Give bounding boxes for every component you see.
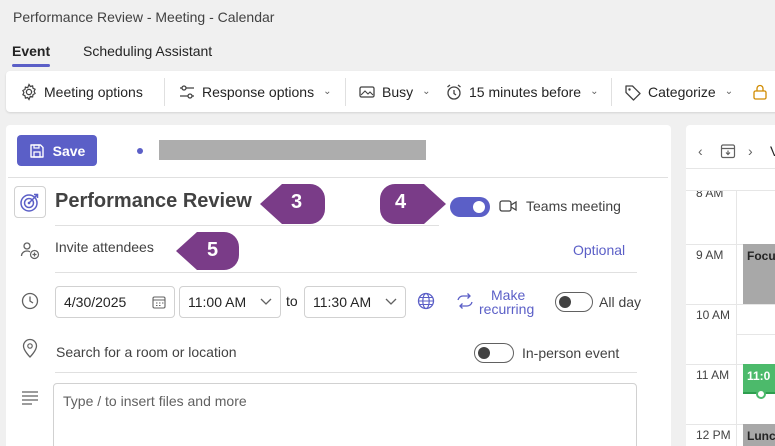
end-time-value: 11:30 AM	[313, 294, 372, 310]
hour-line	[686, 190, 775, 191]
clock-icon	[21, 292, 39, 310]
chevron-down-icon	[385, 298, 397, 305]
location-input[interactable]: Search for a room or location	[56, 344, 237, 360]
text-lines-icon	[22, 391, 38, 405]
today-calendar-icon[interactable]	[720, 143, 736, 159]
teams-meeting-label: Teams meeting	[526, 198, 621, 214]
time-12pm: 12 PM	[696, 428, 731, 442]
callout-number-4: 4	[395, 191, 407, 213]
tab-event[interactable]: Event	[12, 43, 50, 59]
active-tab-indicator	[12, 64, 50, 67]
add-person-icon	[20, 242, 40, 260]
reminder-label: 15 minutes before	[469, 83, 582, 100]
calendar-event-focus[interactable]: Focu	[743, 244, 775, 304]
time-11am: 11 AM	[696, 368, 730, 382]
window-title: Performance Review - Meeting - Calendar	[13, 9, 275, 25]
busy-status-icon	[359, 85, 375, 98]
toggle-knob	[559, 296, 571, 308]
title-bar: Performance Review - Meeting - Calendar	[0, 0, 775, 36]
in-person-toggle[interactable]	[474, 343, 514, 363]
calendar-color-dot[interactable]	[137, 148, 143, 154]
callout-number-5: 5	[207, 239, 219, 261]
invite-attendees-input[interactable]: Invite attendees	[55, 239, 154, 255]
next-day-button[interactable]: ›	[748, 143, 753, 159]
resize-handle[interactable]	[756, 389, 766, 399]
view-selector-partial[interactable]: V	[770, 143, 775, 159]
meeting-options-label: Meeting options	[44, 83, 143, 100]
half-hour-line	[736, 334, 775, 335]
make-recurring-link-line2[interactable]: recurring	[479, 301, 534, 317]
optional-attendees-link[interactable]: Optional	[573, 242, 625, 258]
tab-scheduling-assistant[interactable]: Scheduling Assistant	[83, 43, 212, 59]
chevron-down-icon: ⌄	[323, 86, 332, 97]
response-options-label: Response options	[202, 83, 315, 100]
date-value: 4/30/2025	[64, 294, 127, 310]
in-person-label: In-person event	[522, 345, 620, 361]
to-label: to	[286, 293, 298, 309]
meeting-options-button[interactable]: Meeting options	[20, 71, 143, 112]
calendar-header-divider	[686, 168, 775, 169]
chevron-down-icon: ⌄	[422, 86, 431, 97]
event-type-button[interactable]	[14, 186, 46, 218]
categorize-dropdown[interactable]: Categorize ⌄	[624, 71, 733, 112]
ribbon-divider	[164, 78, 165, 106]
ribbon-divider	[345, 78, 346, 106]
busy-status-dropdown[interactable]: Busy ⌄	[358, 71, 431, 112]
alarm-clock-icon	[447, 83, 461, 100]
gear-icon	[22, 82, 36, 101]
tag-icon	[625, 84, 641, 101]
calendar-event-lunch[interactable]: Lunc	[743, 424, 775, 446]
toggle-knob	[473, 201, 485, 213]
chevron-down-icon	[260, 298, 272, 305]
start-time-value: 11:00 AM	[188, 294, 247, 310]
redacted-calendar-name	[159, 140, 426, 160]
reminder-dropdown[interactable]: 15 minutes before ⌄	[445, 71, 598, 112]
body-placeholder: Type / to insert files and more	[63, 393, 247, 409]
chevron-down-icon: ⌄	[590, 86, 599, 97]
location-pin-icon	[22, 338, 38, 358]
teams-meeting-toggle[interactable]	[450, 197, 490, 217]
busy-label: Busy	[382, 83, 414, 100]
hour-line	[686, 304, 775, 305]
meeting-title-input[interactable]: Performance Review	[55, 190, 252, 213]
video-camera-icon	[499, 200, 517, 212]
chevron-down-icon: ⌄	[724, 86, 734, 97]
body-editor[interactable]: Type / to insert files and more	[53, 383, 637, 446]
calendar-time-column-divider	[736, 190, 737, 446]
save-icon	[29, 143, 44, 158]
all-day-toggle[interactable]	[555, 292, 593, 312]
time-9am: 9 AM	[696, 248, 724, 262]
toggle-knob	[478, 347, 490, 359]
response-options-button[interactable]: Response options ⌄	[178, 71, 331, 112]
callout-arrow-4	[380, 184, 446, 224]
ribbon-toolbar: Meeting options Response options ⌄ Busy …	[6, 71, 775, 112]
time-10am: 10 AM	[696, 308, 731, 322]
divider	[8, 177, 668, 178]
all-day-label: All day	[599, 294, 642, 310]
repeat-icon[interactable]	[456, 293, 474, 309]
lock-icon	[753, 84, 767, 100]
sliders-icon	[180, 84, 194, 99]
location-underline	[55, 372, 637, 373]
callout-number-3: 3	[291, 191, 303, 213]
save-label: Save	[52, 142, 86, 159]
target-icon	[20, 193, 39, 212]
start-time-select[interactable]: 11:00 AM	[179, 286, 281, 318]
private-button[interactable]: I	[751, 71, 775, 112]
end-time-select[interactable]: 11:30 AM	[304, 286, 406, 318]
save-button[interactable]: Save	[17, 135, 97, 166]
date-picker[interactable]: 4/30/2025	[55, 286, 175, 318]
previous-day-button[interactable]: ‹	[698, 143, 703, 159]
tab-bar: Event Scheduling Assistant	[0, 36, 775, 70]
globe-icon[interactable]	[417, 292, 435, 310]
title-underline	[55, 225, 439, 226]
attendees-underline	[55, 272, 637, 273]
categorize-label: Categorize	[648, 83, 716, 100]
ribbon-divider	[611, 78, 612, 106]
calendar-icon	[152, 296, 166, 309]
